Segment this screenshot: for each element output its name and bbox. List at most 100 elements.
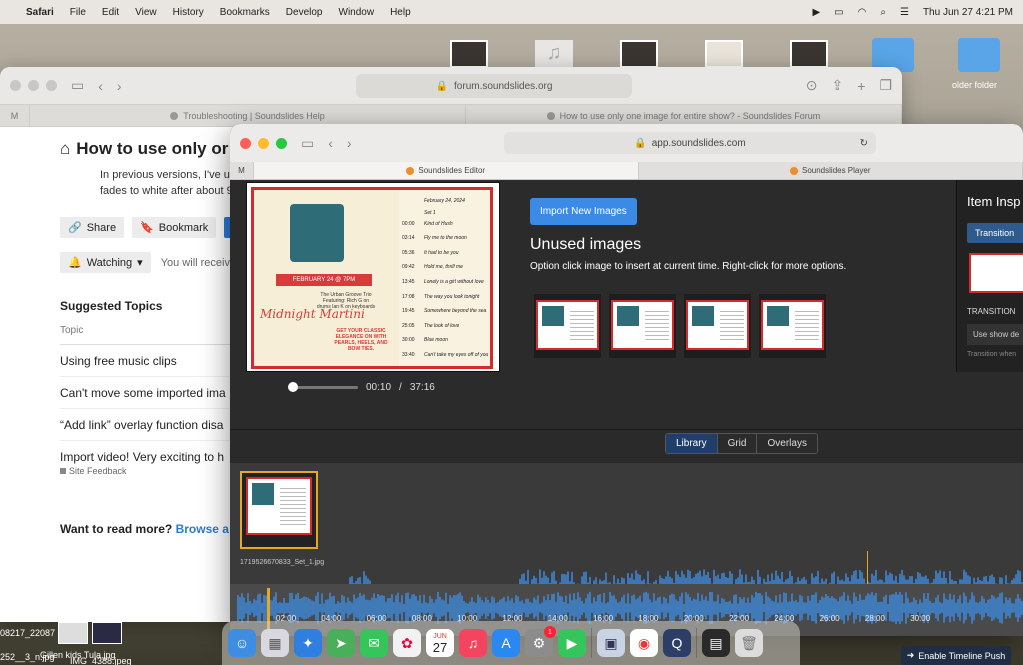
setlist-row: 13:45 Lonely is a girl without love [402, 275, 494, 290]
menu-history[interactable]: History [173, 7, 204, 18]
unused-image-thumbnail[interactable] [684, 294, 751, 358]
forward-icon[interactable]: › [117, 78, 122, 94]
seek-knob[interactable] [288, 382, 299, 392]
menu-view[interactable]: View [135, 7, 157, 18]
tab-soundslides-player[interactable]: Soundslides Player [639, 162, 1023, 179]
browse-link[interactable]: Browse a [176, 522, 229, 536]
setlist-time: 33:40 [402, 351, 415, 358]
desktop-file-thumbnail[interactable] [790, 40, 828, 68]
system-settings-icon[interactable]: ⚙ 1 [525, 626, 556, 657]
sidebar-icon[interactable]: ▭ [301, 135, 314, 152]
transition-select[interactable]: Use show de [967, 324, 1023, 345]
desktop-file-thumbnail[interactable] [620, 40, 658, 68]
download-icon[interactable]: ⊙ [806, 77, 818, 94]
desktop-file-thumbnail[interactable] [92, 622, 122, 644]
enable-timeline-push-button[interactable]: ➜ Enable Timeline Push [901, 646, 1011, 665]
unused-image-thumbnail[interactable] [759, 294, 826, 358]
timeline-slide[interactable] [240, 471, 318, 549]
share-label: Share [86, 221, 117, 234]
launchpad-icon[interactable]: ▦ [261, 629, 289, 657]
chrome-icon[interactable]: ◉ [630, 629, 658, 657]
menu-bookmarks[interactable]: Bookmarks [220, 7, 270, 18]
home-icon[interactable]: ⌂ [60, 139, 70, 159]
topic-row[interactable]: “Add link” overlay function disa [60, 409, 230, 441]
app-store-icon[interactable]: A [492, 629, 520, 657]
import-images-button[interactable]: Import New Images [530, 198, 637, 225]
editor-address-bar[interactable]: 🔒 app.soundslides.com ↻ [504, 132, 876, 154]
share-icon[interactable]: ⇪ [832, 77, 844, 94]
tab-troubleshooting[interactable]: Troubleshooting | Soundslides Help [30, 105, 466, 126]
wifi-icon[interactable]: ◠ [858, 7, 867, 18]
soundslides-icon [546, 111, 555, 120]
tab-soundslides-editor[interactable]: Soundslides Editor [254, 162, 639, 179]
recent-window-icon[interactable]: ▤ [702, 629, 730, 657]
back-icon[interactable]: ‹ [328, 135, 333, 151]
folder-icon[interactable] [958, 38, 1000, 72]
sidebar-icon[interactable]: ▭ [71, 77, 84, 94]
messages-icon[interactable]: ✉ [360, 629, 388, 657]
tab-overview-icon[interactable]: ❐ [879, 77, 892, 94]
play-status-icon[interactable]: ▶ [812, 7, 820, 18]
close-button[interactable] [10, 80, 21, 91]
preview-icon[interactable]: ▣ [597, 629, 625, 657]
topic-row[interactable]: Using free music clips [60, 345, 230, 377]
music-file-icon[interactable]: ♫ [535, 40, 573, 68]
tab-gmail[interactable]: M [0, 105, 30, 126]
minimize-button[interactable] [28, 80, 39, 91]
topic-row[interactable]: Can't move some imported ima [60, 377, 230, 409]
bell-icon: 🔔 [68, 257, 82, 269]
clock[interactable]: Thu Jun 27 4:21 PM [923, 7, 1013, 18]
unused-image-thumbnail[interactable] [534, 294, 601, 358]
menu-help[interactable]: Help [390, 7, 411, 18]
desktop-file-label[interactable]: 08217_22087 [0, 628, 55, 638]
finder-icon[interactable]: ☺ [228, 629, 256, 657]
menu-edit[interactable]: Edit [102, 7, 119, 18]
watching-dropdown[interactable]: 🔔 Watching ▾ [60, 252, 151, 273]
transition-when-label: Transition when [967, 351, 1017, 358]
menu-develop[interactable]: Develop [286, 7, 323, 18]
menu-file[interactable]: File [70, 7, 86, 18]
menu-app-name[interactable]: Safari [26, 7, 54, 18]
desktop-file-thumbnail[interactable] [58, 622, 88, 644]
new-tab-icon[interactable]: + [857, 78, 865, 94]
tab-library[interactable]: Library [666, 434, 718, 453]
quicktime-icon[interactable]: Q [663, 629, 691, 657]
category-badge[interactable]: Site Feedback [60, 466, 230, 476]
battery-icon[interactable]: ▭ [834, 7, 843, 18]
tab-grid[interactable]: Grid [717, 434, 758, 453]
photos-icon[interactable]: ✿ [393, 629, 421, 657]
tab-gmail[interactable]: M [230, 162, 254, 179]
topic-row[interactable]: Import video! Very exciting to h [60, 441, 230, 466]
trash-icon[interactable]: 🗑 [735, 629, 763, 657]
bookmark-button[interactable]: 🔖 Bookmark [132, 217, 217, 238]
minimize-button[interactable] [258, 137, 269, 149]
control-center-icon[interactable]: ☰ [900, 7, 909, 18]
maps-icon[interactable]: ➤ [327, 629, 355, 657]
calendar-icon[interactable]: JUN 27 [426, 629, 454, 657]
forward-icon[interactable]: › [347, 135, 352, 151]
post-actions: 🔗Share 🔖Bookmark ↩ [60, 217, 249, 238]
safari-icon[interactable]: ✦ [294, 629, 322, 657]
setlist-label-text: Set 1 [424, 209, 436, 216]
transition-button[interactable]: Transition [967, 223, 1023, 243]
music-icon[interactable]: ♫ [459, 629, 487, 657]
suggested-heading: Suggested Topics [60, 299, 163, 313]
back-icon[interactable]: ‹ [98, 78, 103, 94]
tab-forum[interactable]: How to use only one image for entire sho… [466, 105, 902, 126]
zoom-button[interactable] [46, 80, 57, 91]
seek-bar[interactable] [288, 382, 358, 392]
zoom-button[interactable] [276, 137, 287, 149]
desktop-file-thumbnail[interactable] [450, 40, 488, 68]
share-button[interactable]: 🔗 Share [60, 217, 125, 238]
tab-overlays[interactable]: Overlays [757, 434, 817, 453]
desktop-file-label[interactable]: IMG_4388.jpeg [70, 656, 132, 665]
slide-preview[interactable]: FEBRUARY 24 @ 7PM The Urban Groove Trio … [246, 182, 500, 372]
close-button[interactable] [240, 137, 251, 149]
forum-address-bar[interactable]: 🔒 forum.soundslides.org [356, 74, 632, 98]
desktop-file-thumbnail[interactable] [705, 40, 743, 68]
unused-image-thumbnail[interactable] [609, 294, 676, 358]
reload-icon[interactable]: ↻ [860, 138, 868, 149]
menu-window[interactable]: Window [339, 7, 375, 18]
facetime-icon[interactable]: ▶ [558, 629, 586, 657]
search-icon[interactable]: ⌕ [880, 7, 886, 18]
